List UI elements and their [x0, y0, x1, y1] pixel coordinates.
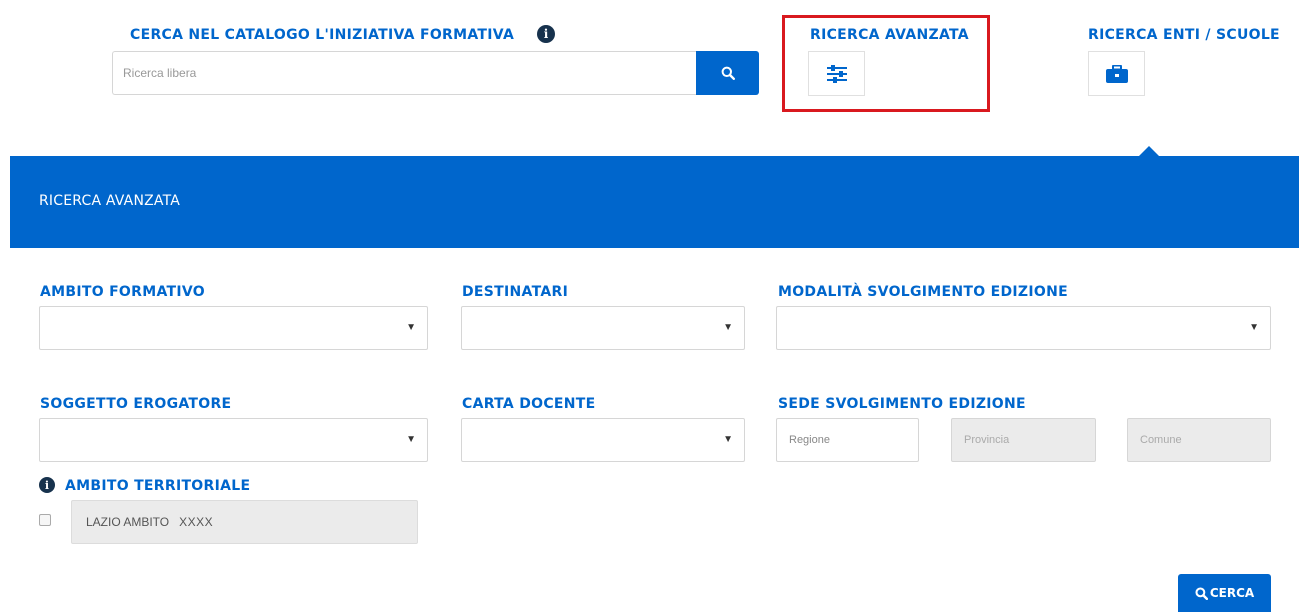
regione-input[interactable]: Regione — [776, 418, 919, 462]
dropdown-arrow-icon: ▼ — [406, 434, 416, 445]
dropdown-arrow-icon: ▼ — [1249, 322, 1259, 333]
destinatari-select[interactable]: ▼ — [461, 306, 745, 350]
soggetto-erogatore-label: SOGGETTO EROGATORE — [40, 396, 232, 412]
comune-input[interactable]: Comune — [1127, 418, 1271, 462]
ambito-formativo-select[interactable]: ▼ — [39, 306, 428, 350]
search-button[interactable] — [696, 51, 759, 95]
free-search-input[interactable] — [112, 51, 696, 95]
carta-docente-select[interactable]: ▼ — [461, 418, 745, 462]
search-icon — [721, 66, 735, 80]
cerca-button[interactable]: CERCA — [1178, 574, 1271, 612]
ambito-territoriale-checkbox[interactable] — [39, 514, 51, 526]
entities-search-heading: RICERCA ENTI / SCUOLE — [1088, 27, 1280, 43]
modalita-select[interactable]: ▼ — [776, 306, 1271, 350]
provincia-input[interactable]: Provincia — [951, 418, 1096, 462]
briefcase-icon — [1105, 64, 1128, 83]
ambito-prefix: LAZIO AMBITO — [86, 515, 170, 529]
advanced-search-banner — [10, 156, 1299, 248]
modalita-label: MODALITÀ SVOLGIMENTO EDIZIONE — [778, 284, 1068, 300]
destinatari-label: DESTINATARI — [462, 284, 569, 300]
highlight-frame — [782, 15, 990, 112]
dropdown-arrow-icon: ▼ — [723, 322, 733, 333]
ambito-value: XXXX — [179, 515, 214, 529]
sede-label: SEDE SVOLGIMENTO EDIZIONE — [778, 396, 1026, 412]
info-icon[interactable]: i — [537, 25, 555, 43]
banner-title: RICERCA AVANZATA — [39, 193, 181, 209]
ambito-territoriale-field: LAZIO AMBITO XXXX — [71, 500, 418, 544]
dropdown-arrow-icon: ▼ — [723, 434, 733, 445]
soggetto-erogatore-select[interactable]: ▼ — [39, 418, 428, 462]
ambito-formativo-label: AMBITO FORMATIVO — [40, 284, 205, 300]
dropdown-arrow-icon: ▼ — [406, 322, 416, 333]
catalog-search-heading: CERCA NEL CATALOGO L'INIZIATIVA FORMATIV… — [130, 27, 515, 43]
entities-search-button[interactable] — [1088, 51, 1145, 96]
search-icon — [1195, 586, 1208, 600]
ambito-info-icon[interactable]: i — [39, 477, 55, 493]
carta-docente-label: CARTA DOCENTE — [462, 396, 596, 412]
ambito-territoriale-label: AMBITO TERRITORIALE — [65, 478, 251, 494]
cerca-label: CERCA — [1209, 586, 1255, 600]
